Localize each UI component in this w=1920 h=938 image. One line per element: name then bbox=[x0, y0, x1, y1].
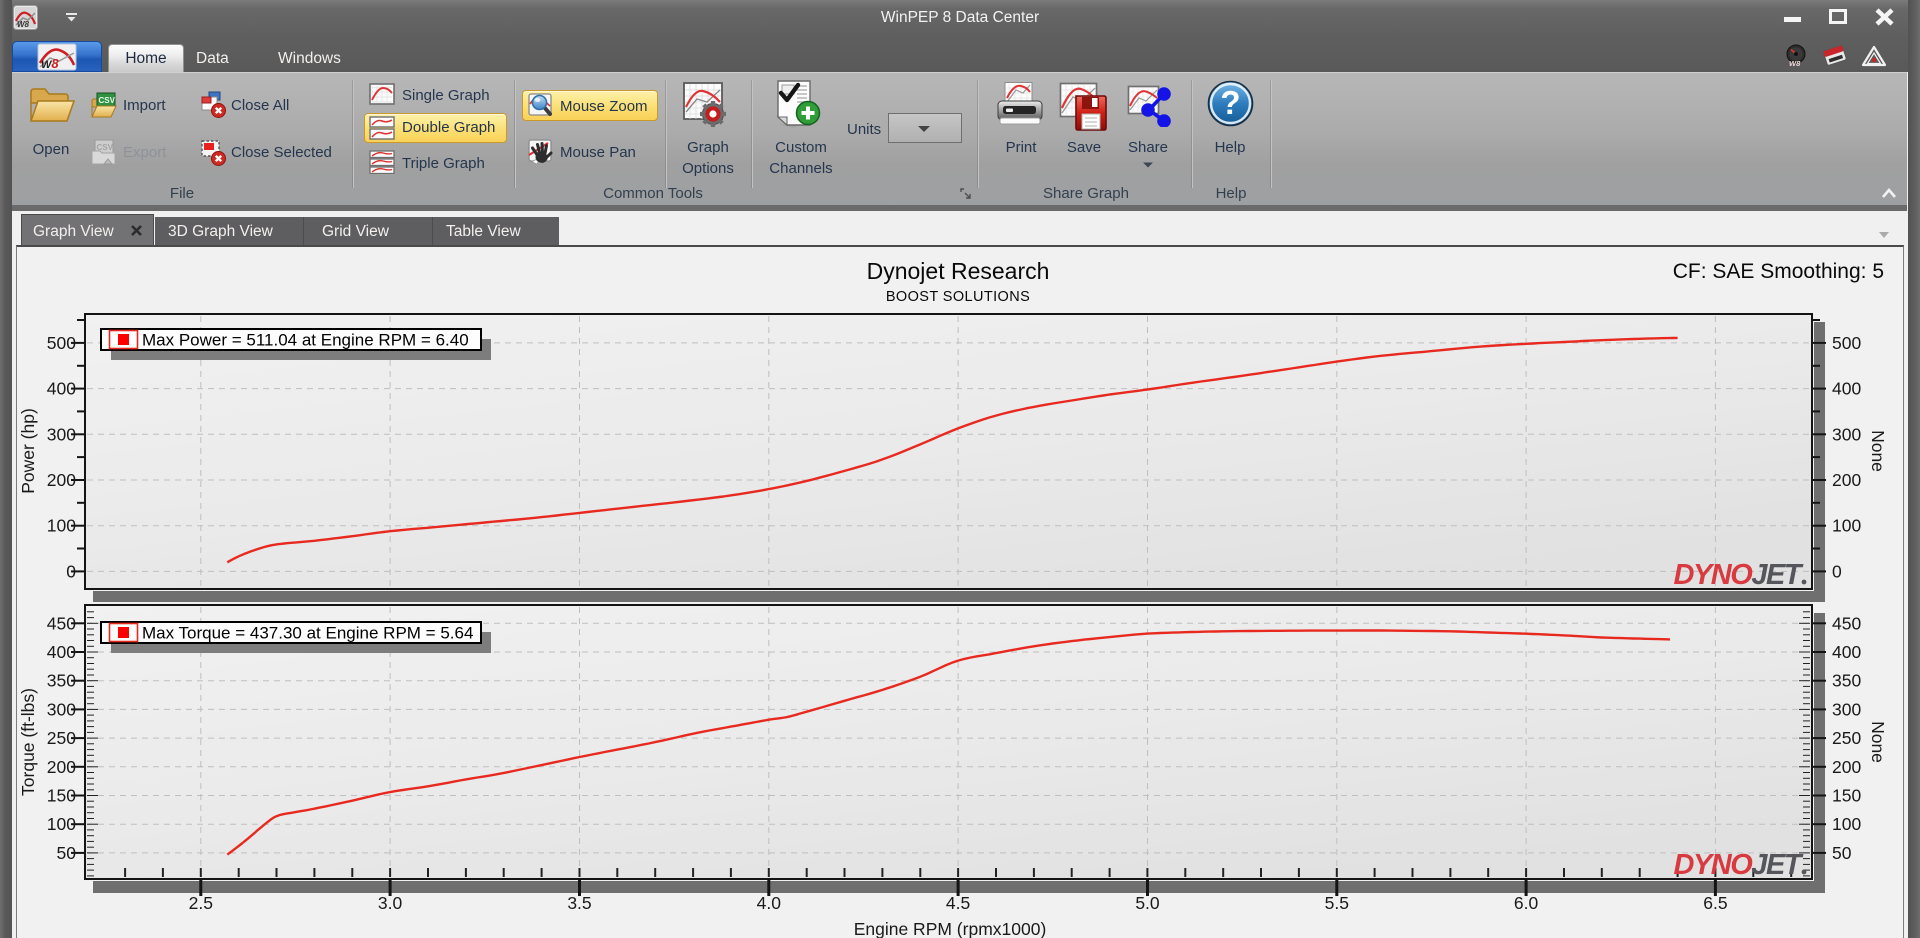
svg-text:None: None bbox=[1868, 721, 1888, 763]
svg-text:Max Torque = 437.30 at Engine: Max Torque = 437.30 at Engine RPM = 5.64 bbox=[142, 624, 473, 643]
svg-text:400: 400 bbox=[47, 379, 76, 399]
svg-text:0: 0 bbox=[1832, 561, 1842, 581]
svg-text:Dynojet Research: Dynojet Research bbox=[867, 258, 1050, 284]
svg-text:300: 300 bbox=[47, 699, 76, 719]
svg-text:CF: SAE Smoothing: 5: CF: SAE Smoothing: 5 bbox=[1673, 260, 1884, 283]
svg-text:450: 450 bbox=[47, 613, 76, 633]
svg-text:400: 400 bbox=[47, 642, 76, 662]
svg-text:500: 500 bbox=[47, 333, 76, 353]
svg-text:250: 250 bbox=[47, 728, 76, 748]
svg-text:0: 0 bbox=[66, 561, 76, 581]
svg-text:350: 350 bbox=[47, 671, 76, 691]
svg-text:BOOST SOLUTIONS: BOOST SOLUTIONS bbox=[886, 289, 1030, 305]
svg-text:6.5: 6.5 bbox=[1703, 893, 1727, 913]
svg-text:200: 200 bbox=[1832, 757, 1861, 777]
svg-text:Max Power = 511.04 at Engine R: Max Power = 511.04 at Engine RPM = 6.40 bbox=[142, 331, 469, 350]
svg-text:500: 500 bbox=[1832, 333, 1861, 353]
svg-text:300: 300 bbox=[1832, 699, 1861, 719]
svg-text:4.0: 4.0 bbox=[757, 893, 782, 913]
svg-text:300: 300 bbox=[47, 424, 76, 444]
svg-text:Power (hp): Power (hp) bbox=[18, 408, 38, 494]
svg-text:150: 150 bbox=[47, 786, 76, 806]
svg-text:100: 100 bbox=[1832, 516, 1861, 536]
svg-text:3.0: 3.0 bbox=[378, 893, 403, 913]
svg-text:None: None bbox=[1868, 430, 1888, 472]
svg-text:DYNOJET: DYNOJET bbox=[1674, 559, 1804, 591]
svg-text:6.0: 6.0 bbox=[1514, 893, 1539, 913]
svg-text:200: 200 bbox=[47, 470, 76, 490]
svg-text:450: 450 bbox=[1832, 613, 1861, 633]
svg-text:200: 200 bbox=[47, 757, 76, 777]
svg-text:5.5: 5.5 bbox=[1325, 893, 1349, 913]
svg-text:5.0: 5.0 bbox=[1135, 893, 1160, 913]
svg-text:Torque (ft-lbs): Torque (ft-lbs) bbox=[18, 688, 38, 796]
svg-text:4.5: 4.5 bbox=[946, 893, 970, 913]
svg-text:100: 100 bbox=[1832, 814, 1861, 834]
svg-text:100: 100 bbox=[47, 516, 76, 536]
svg-text:100: 100 bbox=[47, 814, 76, 834]
svg-text:200: 200 bbox=[1832, 470, 1861, 490]
svg-text:3.5: 3.5 bbox=[567, 893, 591, 913]
svg-text:Engine RPM (rpmx1000): Engine RPM (rpmx1000) bbox=[854, 919, 1047, 938]
svg-text:50: 50 bbox=[1832, 843, 1852, 863]
svg-text:350: 350 bbox=[1832, 671, 1861, 691]
svg-text:50: 50 bbox=[57, 843, 77, 863]
svg-text:2.5: 2.5 bbox=[189, 893, 213, 913]
svg-text:DYNOJET: DYNOJET bbox=[1674, 849, 1804, 881]
svg-text:400: 400 bbox=[1832, 642, 1861, 662]
svg-text:150: 150 bbox=[1832, 786, 1861, 806]
svg-text:400: 400 bbox=[1832, 379, 1861, 399]
svg-text:300: 300 bbox=[1832, 424, 1861, 444]
svg-text:250: 250 bbox=[1832, 728, 1861, 748]
